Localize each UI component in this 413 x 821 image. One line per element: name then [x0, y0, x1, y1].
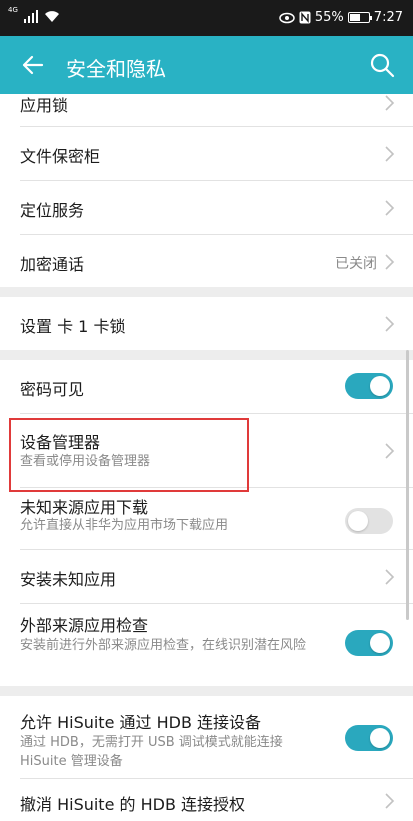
- search-icon[interactable]: [369, 52, 395, 78]
- page-title: 安全和隐私: [66, 57, 166, 81]
- row-external-app-check[interactable]: 外部来源应用检查 安装前进行外部来源应用检查，在线识别潜在风险: [0, 604, 413, 686]
- chevron-right-icon: [385, 200, 395, 216]
- status-left: 4G: [8, 6, 60, 23]
- row-file-safe[interactable]: 文件保密柜: [0, 127, 413, 180]
- battery-icon: [347, 12, 372, 23]
- app-bar: 安全和隐私: [0, 36, 413, 94]
- wifi-icon: [44, 10, 59, 22]
- revoke-hdb-label: 撤消 HiSuite 的 HDB 连接授权: [20, 795, 246, 814]
- row-password-visible[interactable]: 密码可见: [0, 360, 413, 413]
- external-app-check-label: 外部来源应用检查: [20, 616, 149, 635]
- external-app-check-toggle[interactable]: [345, 630, 393, 656]
- status-bar: 4G 55% 7:27: [0, 0, 413, 36]
- row-location-services[interactable]: 定位服务: [0, 181, 413, 234]
- unknown-sources-label: 未知来源应用下载: [20, 498, 149, 517]
- nfc-icon: [299, 11, 311, 24]
- signal-type-label: 4G: [8, 6, 18, 14]
- settings-group-1: 应用锁 文件保密柜 定位服务 加密通话 已关闭: [0, 94, 413, 287]
- row-revoke-hdb[interactable]: 撤消 HiSuite 的 HDB 连接授权: [0, 779, 413, 821]
- location-services-label: 定位服务: [20, 201, 85, 220]
- chevron-right-icon: [385, 316, 395, 332]
- file-safe-label: 文件保密柜: [20, 147, 101, 166]
- hisuite-hdb-subtitle: 通过 HDB，无需打开 USB 调试模式就能连接 HiSuite 管理设备: [20, 735, 283, 769]
- scrollbar[interactable]: [406, 350, 409, 620]
- highlight-box: [9, 418, 249, 492]
- status-right: 55% 7:27: [279, 10, 403, 25]
- chevron-right-icon: [385, 443, 395, 459]
- settings-group-2: 设置 卡 1 卡锁: [0, 297, 413, 350]
- external-app-check-subtitle: 安装前进行外部来源应用检查，在线识别潜在风险: [20, 638, 307, 653]
- chevron-right-icon: [385, 569, 395, 585]
- battery-percent: 55%: [314, 10, 344, 25]
- back-arrow-icon[interactable]: [20, 52, 46, 78]
- unknown-sources-toggle[interactable]: [345, 508, 393, 534]
- row-encrypted-call[interactable]: 加密通话 已关闭: [0, 235, 413, 287]
- row-install-unknown-apps[interactable]: 安装未知应用: [0, 550, 413, 603]
- eye-comfort-icon: [279, 12, 295, 23]
- hisuite-hdb-label: 允许 HiSuite 通过 HDB 连接设备: [20, 713, 262, 732]
- row-unknown-sources[interactable]: 未知来源应用下载 允许直接从非华为应用市场下载应用: [0, 488, 413, 549]
- settings-group-4: 允许 HiSuite 通过 HDB 连接设备 通过 HDB，无需打开 USB 调…: [0, 696, 413, 821]
- chevron-right-icon: [385, 793, 395, 809]
- install-unknown-apps-label: 安装未知应用: [20, 570, 117, 589]
- encrypted-call-value: 已关闭: [335, 256, 377, 272]
- chevron-right-icon: [385, 254, 395, 270]
- hisuite-hdb-toggle[interactable]: [345, 725, 393, 751]
- chevron-right-icon: [385, 95, 395, 111]
- sim-lock-label: 设置 卡 1 卡锁: [20, 317, 126, 336]
- clock: 7:27: [373, 10, 403, 25]
- unknown-sources-subtitle: 允许直接从非华为应用市场下载应用: [20, 518, 229, 533]
- password-visible-label: 密码可见: [20, 380, 85, 399]
- encrypted-call-label: 加密通话: [20, 255, 85, 274]
- signal-icon: [23, 9, 38, 23]
- row-app-lock[interactable]: 应用锁: [0, 94, 413, 115]
- row-hisuite-hdb[interactable]: 允许 HiSuite 通过 HDB 连接设备 通过 HDB，无需打开 USB 调…: [0, 696, 413, 778]
- chevron-right-icon: [385, 146, 395, 162]
- row-sim-lock[interactable]: 设置 卡 1 卡锁: [0, 297, 413, 350]
- password-visible-toggle[interactable]: [345, 373, 393, 399]
- settings-list: 应用锁 文件保密柜 定位服务 加密通话 已关闭 设置 卡 1 卡锁 密码可见 设…: [0, 94, 413, 821]
- app-lock-label: 应用锁: [20, 96, 69, 115]
- settings-group-3: 密码可见 设备管理器 查看或停用设备管理器 未知来源应用下载 允许直接从非华为应…: [0, 360, 413, 686]
